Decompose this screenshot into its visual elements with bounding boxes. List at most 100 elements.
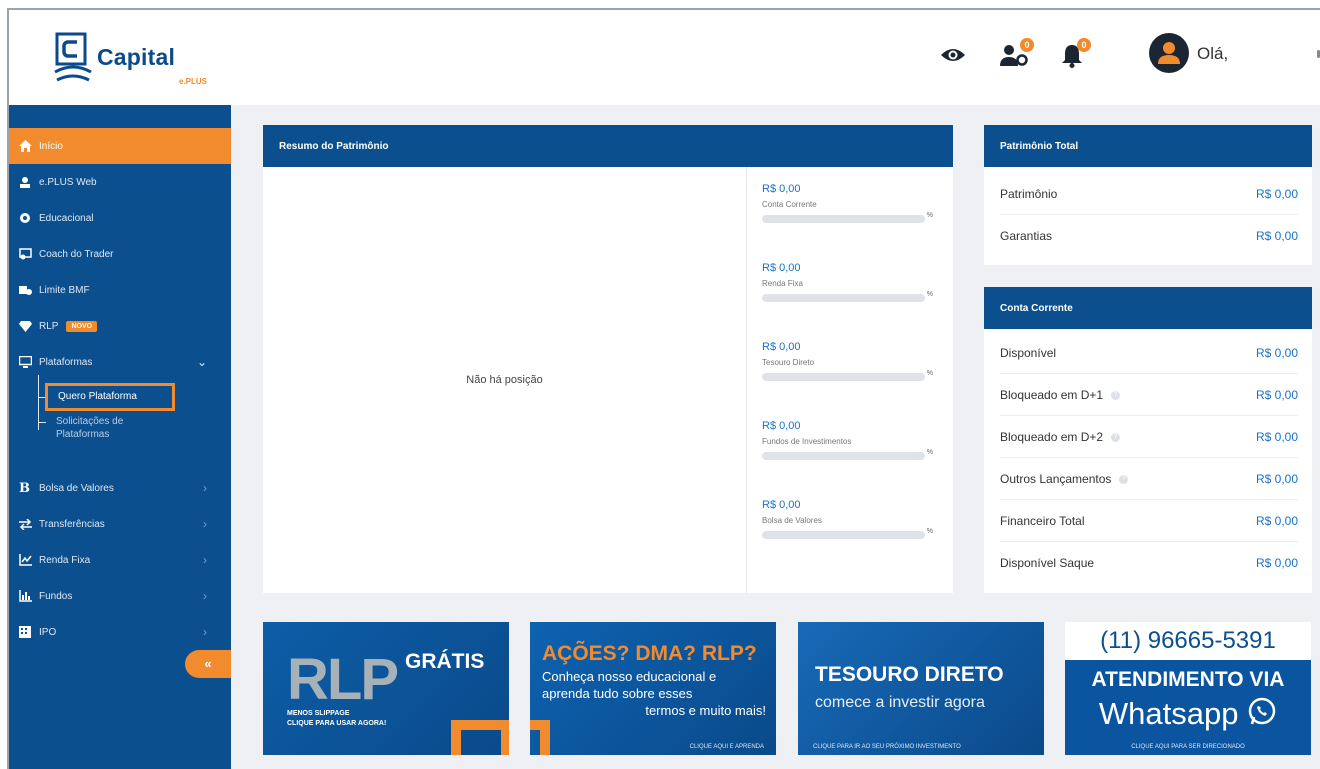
row-label: Bloqueado em D+1 [1000, 387, 1104, 402]
row-label: Garantias [1000, 229, 1053, 243]
sidebar-item-label: Fundos [39, 590, 73, 602]
sidebar-item-educacional[interactable]: Educacional [9, 200, 231, 236]
sidebar-item-transferencias[interactable]: Transferências › [9, 506, 231, 542]
subitem-label-line2: Plataformas [56, 429, 110, 440]
banner-rlp-line2: CLIQUE PARA USAR AGORA! [287, 720, 387, 727]
row-value: R$ 0,00 [1255, 345, 1298, 360]
row-value: R$ 0,00 [1255, 186, 1298, 201]
row-value: R$ 0,00 [1255, 429, 1298, 444]
asset-label: Conta Corrente [762, 200, 817, 209]
asset-percent: % [926, 528, 933, 535]
home-icon [9, 140, 39, 152]
row-label: Financeiro Total [1000, 513, 1085, 528]
asset-label: Renda Fixa [762, 279, 803, 288]
sidebar: Início e.PLUS Web Educacional Coach do T… [9, 105, 231, 769]
banner-dma-line3: termos e muito mais! [645, 703, 766, 718]
sidebar-item-rlp[interactable]: RLP NOVO [9, 308, 231, 344]
diamond-icon [9, 320, 39, 332]
banner-rlp-big: RLP [287, 647, 399, 712]
asset-percent: % [926, 370, 933, 377]
eye-icon[interactable] [940, 47, 966, 63]
conta-corrente-card: Conta Corrente Disponível R$ 0,00 Bloque… [984, 287, 1312, 593]
sidebar-item-fundos[interactable]: Fundos › [9, 578, 231, 614]
monitor-icon [9, 356, 39, 368]
sidebar-item-bolsa[interactable]: B Bolsa de Valores › [9, 470, 231, 506]
banner-tesouro-cta: CLIQUE PARA IR AO SEU PRÓXIMO INVESTIMEN… [813, 744, 961, 750]
chevron-right-icon: › [203, 589, 207, 603]
whatsapp-cta: CLIQUE AQUI PARA SER DIRECIONADO [1131, 744, 1245, 750]
banner-dma-cta: CLIQUE AQUI E APRENDA [689, 744, 764, 750]
asset-progress-bar [762, 215, 925, 223]
sidebar-item-label: Coach do Trader [39, 248, 114, 260]
coach-icon [9, 248, 39, 260]
patrimonio-total-card: Patrimônio Total Patrimônio R$ 0,00 Gara… [984, 125, 1312, 265]
chevron-right-icon: › [203, 625, 207, 639]
whatsapp-title: ATENDIMENTO VIA [1091, 668, 1285, 691]
row-financeiro-total: Financeiro Total R$ 0,00 [1000, 500, 1298, 542]
banner-dma-title: AÇÕES? DMA? RLP? [542, 642, 757, 665]
sidebar-item-plataformas[interactable]: Plataformas ⌄ [9, 344, 231, 380]
banner-tesouro-subtitle: comece a investir agora [815, 694, 985, 711]
capital-logo[interactable]: Capital e.PLUS [53, 32, 213, 92]
divider [746, 167, 747, 593]
chart-bar-icon [9, 590, 39, 602]
sidebar-item-ipo[interactable]: IPO › [9, 614, 231, 650]
sidebar-item-eplus-web[interactable]: e.PLUS Web [9, 164, 231, 200]
banner-tesouro-direto[interactable]: TESOURO DIRETO comece a investir agora C… [798, 622, 1044, 755]
sidebar-item-limite-bmf[interactable]: Limite BMF [9, 272, 231, 308]
building-icon [9, 626, 39, 638]
row-bloqueado-d1: Bloqueado em D+1? R$ 0,00 [1000, 374, 1298, 416]
banner-educacional[interactable]: AÇÕES? DMA? RLP? Conheça nosso educacion… [530, 622, 776, 755]
tree-branch [38, 422, 46, 423]
chart-line-icon [9, 554, 39, 566]
asset-label: Fundos de Investimentos [762, 437, 852, 446]
empty-position-text: Não há posição [466, 374, 543, 386]
users-badge: 0 [1020, 38, 1034, 52]
logo-mark-icon [54, 32, 92, 82]
notifications-badge: 0 [1077, 38, 1091, 52]
asset-value: R$ 0,00 [762, 183, 801, 195]
app-window: Capital e.PLUS 0 0 Olá, Início e.PLUS We… [7, 8, 1320, 769]
asset-label: Bolsa de Valores [762, 516, 822, 525]
asset-value: R$ 0,00 [762, 420, 801, 432]
row-label: Disponível Saque [1000, 556, 1095, 570]
asset-bolsa: R$ 0,00 Bolsa de Valores % [762, 499, 937, 539]
asset-percent: % [926, 291, 933, 298]
row-disponivel-saque: Disponível Saque R$ 0,00 [1000, 542, 1298, 584]
sidebar-subitem-solicitacoes[interactable]: Solicitações de Plataformas [56, 415, 123, 441]
banner-rlp-gratis[interactable]: RLP GRÁTIS MENOS SLIPPAGE CLIQUE PARA US… [263, 622, 509, 755]
row-label: Patrimônio [1000, 186, 1058, 201]
avatar[interactable] [1149, 33, 1189, 73]
banner-dma-line1: Conheça nosso educacional e [542, 669, 717, 684]
chevron-right-icon: › [203, 481, 207, 495]
row-patrimonio: Patrimônio R$ 0,00 [1000, 173, 1298, 215]
banner-tesouro-title: TESOURO DIRETO [815, 663, 1004, 686]
row-label: Outros Lançamentos [1000, 471, 1112, 486]
help-icon[interactable]: ? [1111, 390, 1121, 400]
transfer-icon [9, 518, 39, 530]
user-avatar-icon [1158, 42, 1180, 64]
b-icon: B [19, 480, 30, 496]
asset-progress-bar [762, 373, 925, 381]
sidebar-item-coach[interactable]: Coach do Trader [9, 236, 231, 272]
collapse-sidebar-button[interactable]: « [185, 650, 231, 678]
sidebar-item-label: Transferências [39, 518, 105, 530]
sidebar-item-renda-fixa[interactable]: Renda Fixa › [9, 542, 231, 578]
orange-frame-decoration [530, 720, 550, 755]
chevron-right-icon: › [203, 517, 207, 531]
greeting-text: Olá, [1197, 44, 1229, 63]
sidebar-item-label: Bolsa de Valores [39, 482, 114, 494]
sidebar-item-inicio[interactable]: Início [9, 128, 231, 164]
banner-dma-text: Conheça nosso educacional e aprenda tudo… [542, 668, 766, 719]
help-icon[interactable]: ? [1119, 474, 1129, 484]
whatsapp-brand-row: Whatsapp [1065, 696, 1311, 732]
sidebar-item-label: Educacional [39, 212, 94, 224]
help-icon[interactable]: ? [1111, 432, 1121, 442]
banner-whatsapp[interactable]: (11) 96665-5391 ATENDIMENTO VIA Whatsapp… [1065, 622, 1311, 755]
sidebar-item-label: IPO [39, 626, 57, 638]
sidebar-item-label: Renda Fixa [39, 554, 91, 566]
subitem-label-line1: Solicitações de [56, 416, 124, 427]
novo-badge: NOVO [66, 320, 98, 332]
row-garantias: Garantias R$ 0,00 [1000, 215, 1298, 257]
sidebar-subitem-quero-plataforma[interactable]: Quero Plataforma [45, 383, 175, 411]
